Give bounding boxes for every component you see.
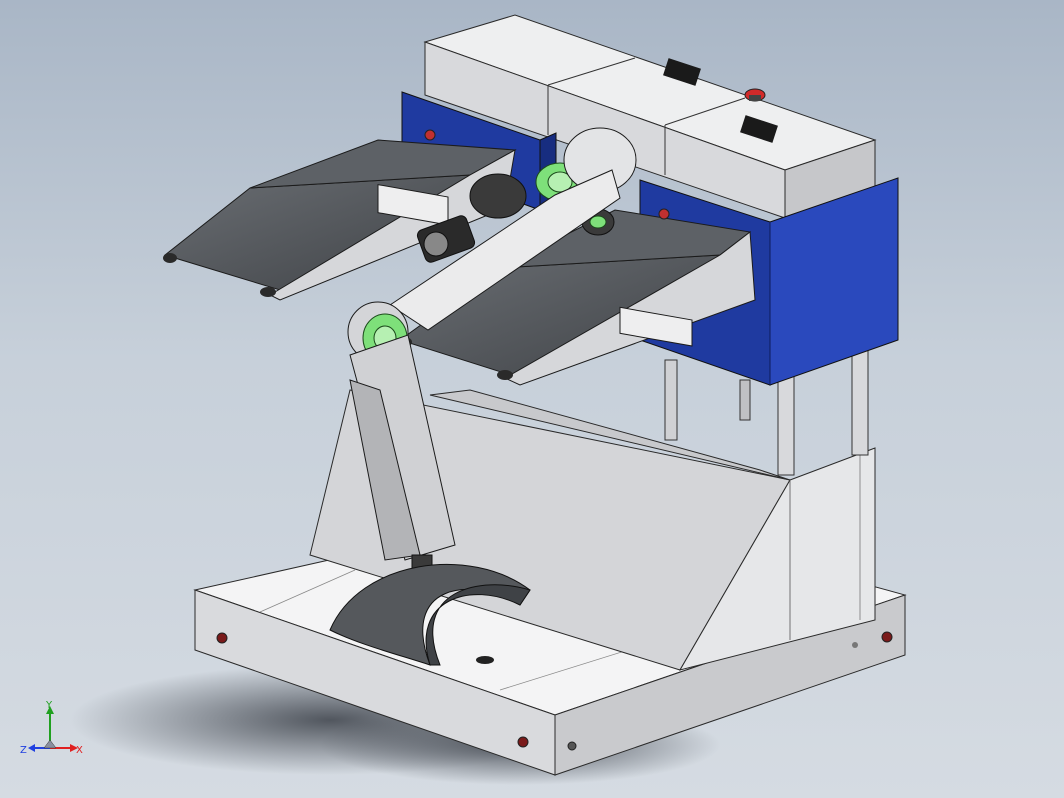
base-bolt	[852, 642, 858, 648]
base-bolt	[216, 632, 228, 644]
assembly-model[interactable]	[0, 0, 1064, 798]
base-bolt	[881, 631, 893, 643]
view-orientation-triad-icon[interactable]: Y X Z	[18, 700, 88, 770]
base-hole	[476, 656, 494, 664]
cad-graphics-viewport[interactable]: Y X Z	[0, 0, 1064, 798]
base-bolt	[567, 741, 577, 751]
triad-y-label: Y	[45, 700, 53, 711]
triad-z-label: Z	[20, 745, 27, 756]
triad-x-label: X	[76, 745, 83, 756]
base-bolt	[517, 736, 529, 748]
indicator-lamp-icon	[658, 208, 670, 220]
indicator-lamp-icon	[424, 129, 436, 141]
